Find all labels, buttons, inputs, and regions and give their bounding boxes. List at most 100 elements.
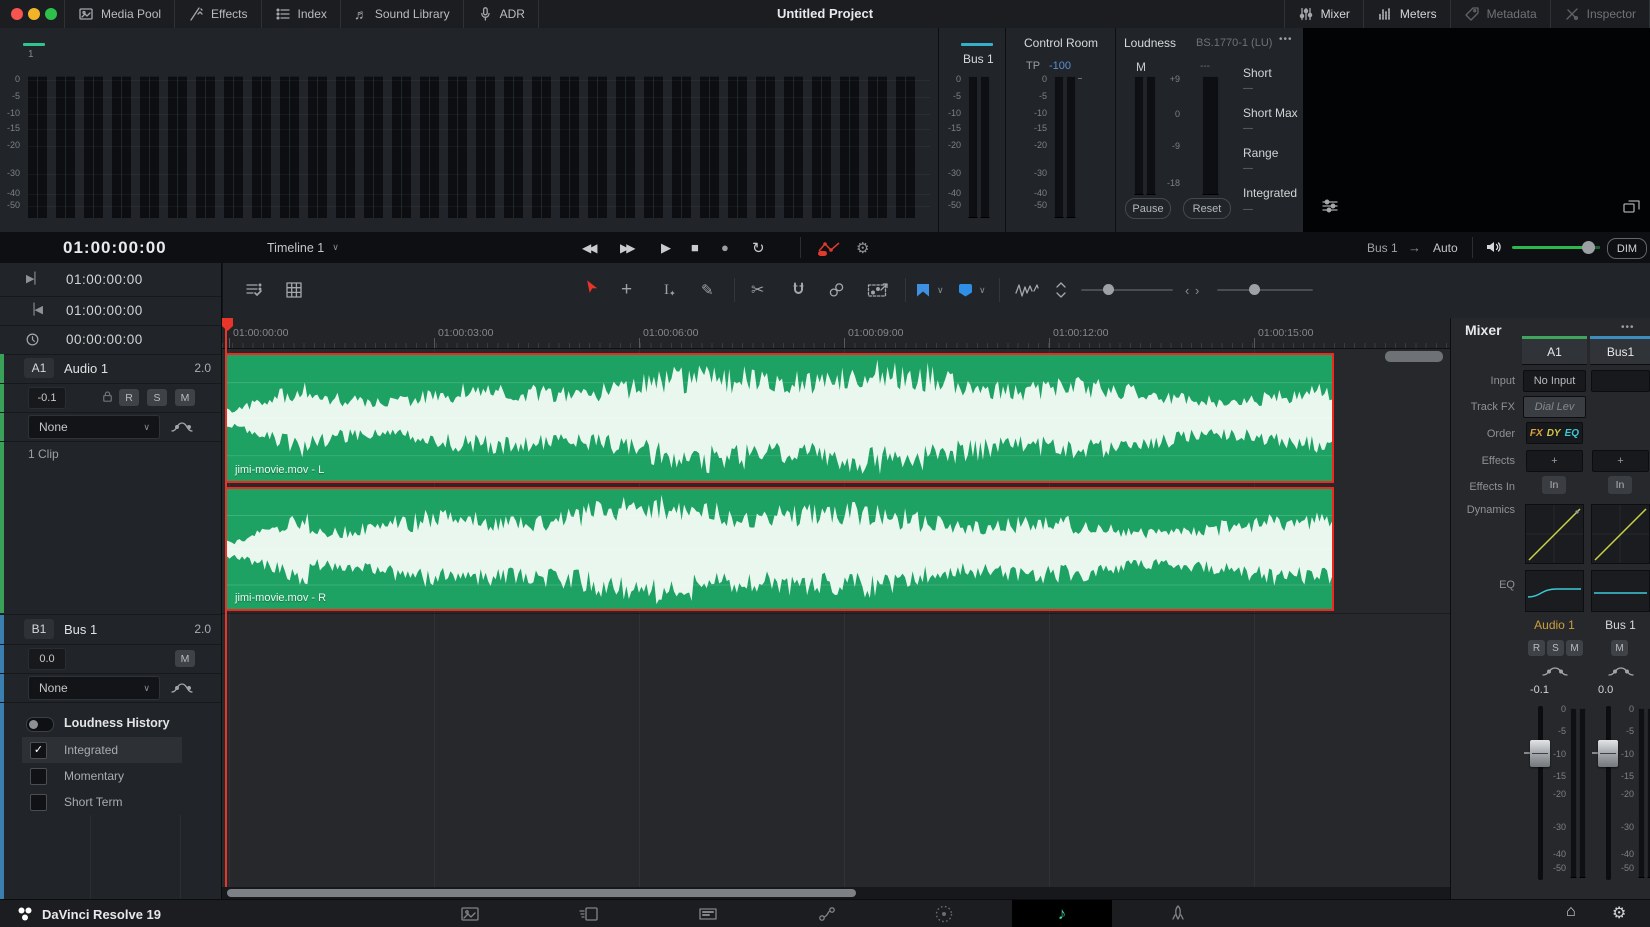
close-window-button[interactable] bbox=[11, 8, 23, 20]
waveform-view-icon[interactable] bbox=[1015, 276, 1039, 304]
automation-curve-icon[interactable] bbox=[170, 680, 196, 696]
effects-in-bus1[interactable]: In bbox=[1608, 476, 1632, 494]
dim-button[interactable]: DIM bbox=[1607, 238, 1647, 259]
track-name[interactable]: Audio 1 bbox=[64, 361, 108, 376]
add-effect-bus1[interactable]: + bbox=[1592, 450, 1649, 472]
horizontal-zoom-slider[interactable] bbox=[1217, 289, 1313, 291]
play-button[interactable]: ▶ bbox=[661, 232, 671, 263]
track-name[interactable]: Bus 1 bbox=[64, 622, 97, 637]
adr-button[interactable]: ADR bbox=[463, 0, 539, 28]
page-fusion[interactable] bbox=[799, 900, 855, 927]
snapping-magnet-icon[interactable] bbox=[790, 276, 807, 304]
in-point-timecode[interactable]: 01:00:00:00 bbox=[66, 272, 143, 287]
loudness-reset-button[interactable]: Reset bbox=[1183, 198, 1231, 219]
timeline-selector[interactable]: Timeline 1 ∨ bbox=[267, 232, 339, 263]
solo-button[interactable]: S bbox=[147, 389, 167, 406]
automation-select[interactable]: None ∨ bbox=[28, 415, 160, 439]
razor-tool[interactable]: ✂ bbox=[751, 276, 764, 304]
dynamics-graph-bus1[interactable] bbox=[1591, 504, 1650, 564]
monitor-mode[interactable]: Auto bbox=[1433, 232, 1458, 263]
settings-gear-icon[interactable]: ⚙ bbox=[1612, 903, 1626, 923]
automation-select[interactable]: None ∨ bbox=[28, 676, 160, 700]
automation-curve-icon[interactable] bbox=[1540, 664, 1570, 679]
effects-in-a1[interactable]: In bbox=[1542, 476, 1566, 494]
loop-button[interactable]: ↻ bbox=[752, 232, 765, 263]
duration-timecode[interactable]: 00:00:00:00 bbox=[66, 332, 143, 347]
mute-button[interactable]: M bbox=[175, 389, 195, 406]
record-button[interactable]: ● bbox=[721, 232, 729, 263]
master-timecode[interactable]: 01:00:00:00 bbox=[63, 232, 167, 263]
speaker-icon[interactable] bbox=[1486, 240, 1502, 254]
track-level-value[interactable]: -0.1 bbox=[28, 387, 66, 409]
track-height-slider[interactable] bbox=[1081, 289, 1173, 291]
expand-viewer-icon[interactable] bbox=[1622, 198, 1642, 215]
automation-curve-icon[interactable] bbox=[170, 419, 196, 435]
audio-clip-left[interactable]: jimi-movie.mov - L bbox=[225, 353, 1334, 483]
eq-graph-a1[interactable] bbox=[1525, 570, 1584, 612]
fast-forward-button[interactable]: ▶▶ bbox=[620, 232, 632, 263]
index-button[interactable]: Index bbox=[261, 0, 340, 28]
fader-track[interactable] bbox=[1606, 706, 1611, 880]
metadata-button[interactable]: Metadata bbox=[1450, 0, 1550, 28]
in-point-row[interactable]: ▶▏ 01:00:00:00 bbox=[0, 263, 221, 297]
range-selection-tool[interactable]: I✦ bbox=[664, 276, 676, 304]
out-point-timecode[interactable]: 01:00:00:00 bbox=[66, 303, 143, 318]
mixer-button[interactable]: Mixer bbox=[1284, 0, 1363, 28]
marker-chevron-icon[interactable]: ∨ bbox=[937, 276, 944, 304]
page-cut[interactable] bbox=[561, 900, 617, 927]
duration-row[interactable]: 00:00:00:00 bbox=[0, 325, 221, 355]
vertical-zoom-icon[interactable] bbox=[1055, 276, 1067, 304]
home-icon[interactable]: ⌂ bbox=[1566, 903, 1576, 921]
sound-library-button[interactable]: ♬ Sound Library bbox=[340, 0, 463, 28]
horizontal-zoom-knob[interactable] bbox=[1249, 284, 1260, 295]
inspector-button[interactable]: Inspector bbox=[1550, 0, 1650, 28]
loudness-history-option[interactable]: Short Term bbox=[22, 789, 182, 815]
channel-name-bus1[interactable]: Bus 1 bbox=[1590, 618, 1650, 632]
monitor-source[interactable]: Bus 1 bbox=[1367, 232, 1398, 263]
page-edit[interactable] bbox=[680, 900, 736, 927]
loudness-pause-button[interactable]: Pause bbox=[1125, 198, 1171, 219]
add-effect-a1[interactable]: + bbox=[1526, 450, 1583, 472]
effects-button[interactable]: Effects bbox=[174, 0, 260, 28]
automation-curve-icon[interactable] bbox=[1606, 664, 1636, 679]
dynamics-graph-a1[interactable] bbox=[1525, 504, 1584, 564]
track-fx-a1[interactable]: Dial Lev bbox=[1523, 396, 1586, 418]
loudness-history-toggle[interactable] bbox=[26, 717, 54, 732]
page-deliver[interactable] bbox=[1150, 900, 1206, 927]
clip-color-chevron-icon[interactable]: ∨ bbox=[979, 276, 986, 304]
link-clips-icon[interactable] bbox=[828, 276, 845, 304]
track-header-b1[interactable]: B1 Bus 1 2.0 bbox=[0, 615, 221, 645]
loudness-history-option[interactable]: ✓ Integrated bbox=[22, 737, 182, 763]
input-select-a1[interactable]: No Input bbox=[1523, 370, 1586, 392]
media-pool-button[interactable]: Media Pool bbox=[64, 0, 174, 28]
marker-flag-button[interactable] bbox=[917, 276, 929, 304]
automation-toggle-icon[interactable] bbox=[816, 239, 842, 257]
fader-track[interactable] bbox=[1538, 706, 1543, 880]
track-grid-icon[interactable] bbox=[285, 276, 303, 304]
mute-button[interactable]: M bbox=[1566, 640, 1583, 656]
audio-clip-right[interactable]: jimi-movie.mov - R bbox=[225, 487, 1334, 611]
channel-header-bus1[interactable]: Bus1 bbox=[1590, 339, 1650, 365]
trim-tool[interactable]: + bbox=[621, 276, 632, 304]
minimize-window-button[interactable] bbox=[28, 8, 40, 20]
keyframe-mode-icon[interactable] bbox=[867, 276, 891, 304]
monitor-volume-slider[interactable] bbox=[1512, 246, 1600, 249]
zoom-window-button[interactable] bbox=[45, 8, 57, 20]
stop-button[interactable]: ■ bbox=[691, 232, 699, 263]
horizontal-scrollbar-thumb[interactable] bbox=[227, 889, 856, 897]
page-media[interactable] bbox=[442, 900, 498, 927]
timeline-view-options-icon[interactable] bbox=[245, 276, 265, 304]
record-arm-button[interactable]: R bbox=[119, 389, 139, 406]
page-fairlight[interactable]: ♪ bbox=[1012, 900, 1112, 927]
meters-button[interactable]: Meters bbox=[1363, 0, 1450, 28]
checkbox[interactable]: ✓ bbox=[30, 742, 47, 759]
track-height-knob[interactable] bbox=[1103, 284, 1114, 295]
loudness-menu-icon[interactable]: ••• bbox=[1279, 34, 1293, 45]
mixer-menu-icon[interactable]: ••• bbox=[1621, 322, 1635, 333]
track-header-a1[interactable]: A1 Audio 1 2.0 bbox=[0, 354, 221, 384]
out-point-row[interactable]: ▕◀ 01:00:00:00 bbox=[0, 296, 221, 326]
fader-level-a1[interactable]: -0.1 bbox=[1530, 684, 1549, 696]
order-cell-a1[interactable]: FX DY EQ bbox=[1526, 422, 1583, 444]
channel-header-a1[interactable]: A1 bbox=[1522, 339, 1587, 365]
record-arm-button[interactable]: R bbox=[1528, 640, 1545, 656]
